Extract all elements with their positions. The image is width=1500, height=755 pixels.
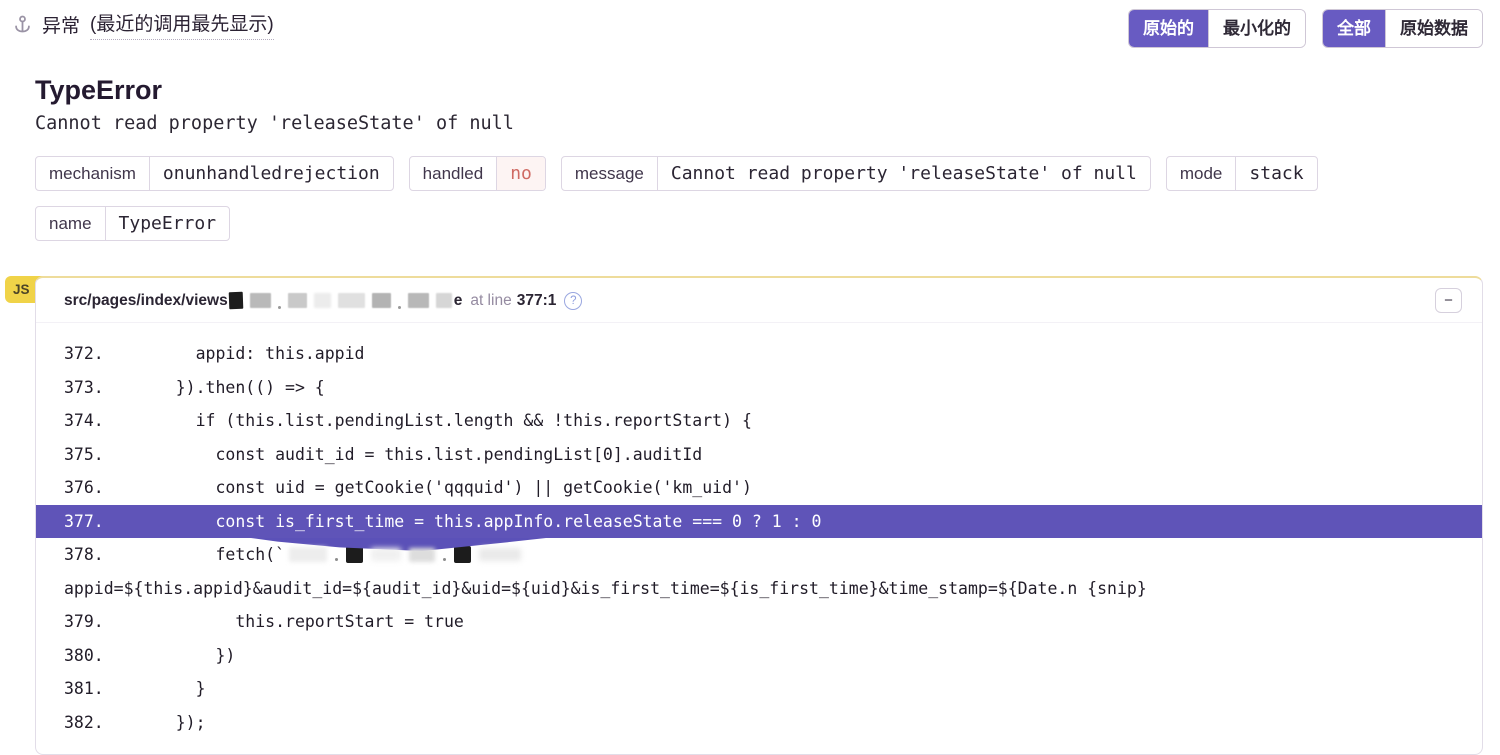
code-line: 376. const uid = getCookie('qqquid') || … — [36, 471, 1482, 505]
line-number: 382. — [64, 712, 104, 732]
line-number: 376. — [64, 478, 104, 497]
raw-data-button[interactable]: 原始数据 — [1385, 10, 1482, 47]
code-line: 373. }).then(() => { — [36, 371, 1482, 405]
redacted-dot — [397, 306, 401, 309]
code-line: 378. fetch(` — [36, 538, 1482, 572]
code-line: 381. } — [36, 672, 1482, 706]
code-text: const uid = getCookie('qqquid') || getCo… — [136, 478, 752, 497]
code-line: appid=${this.appid}&audit_id=${audit_id}… — [36, 572, 1482, 606]
code-text: } — [136, 679, 206, 698]
frame-file-path-suffix: e — [453, 291, 463, 309]
code-text: }); — [136, 712, 206, 732]
tag-value: no — [496, 157, 545, 190]
code-text: const audit_id = this.list.pendingList[0… — [136, 444, 703, 464]
redacted-block — [228, 291, 243, 310]
line-number: 378. — [64, 545, 104, 564]
anchor-icon[interactable] — [13, 15, 32, 34]
at-line-label: at line — [470, 291, 512, 309]
code-text: if (this.list.pendingList.length && !thi… — [136, 411, 752, 430]
redacted-block — [435, 293, 452, 308]
top-bar: 异常 (最近的调用最先显示) 原始的 最小化的 全部 原始数据 — [0, 0, 1500, 48]
tag-value: TypeError — [104, 207, 230, 240]
redacted-dot — [277, 306, 281, 309]
minified-button[interactable]: 最小化的 — [1208, 10, 1305, 47]
line-number: 374. — [64, 411, 104, 430]
tag-pill-message: message Cannot read property 'releaseStat… — [560, 156, 1151, 191]
error-type-title: TypeError — [35, 75, 163, 105]
tag-pill-handled: handled no — [408, 156, 546, 191]
line-number: 377. — [64, 511, 104, 531]
redacted-block — [313, 293, 331, 308]
tag-key: mechanism — [49, 163, 136, 183]
frame-header[interactable]: src/pages/index/views e at line 377:1 ? … — [36, 278, 1482, 323]
error-message: Cannot read property 'releaseState' of n… — [35, 113, 514, 134]
code-line-highlighted: 377. const is_first_time = this.appInfo.… — [36, 504, 1482, 551]
original-button[interactable]: 原始的 — [1129, 10, 1208, 47]
code-line: 380. }) — [36, 639, 1482, 673]
redacted-block — [249, 293, 271, 308]
help-icon[interactable]: ? — [564, 291, 583, 310]
code-line: 375. const audit_id = this.list.pendingL… — [36, 438, 1482, 472]
code-context: 372. appid: this.appid 373. }).then(() =>… — [36, 323, 1482, 754]
code-line: 379. this.reportStart = true — [36, 605, 1482, 639]
code-text: this.reportStart = true — [136, 612, 464, 631]
line-number: 375. — [64, 444, 104, 464]
tag-value: Cannot read property 'releaseState' of n… — [656, 157, 1150, 190]
line-number: 379. — [64, 612, 104, 631]
redacted-block — [287, 293, 307, 308]
section-subtitle: (最近的调用最先显示) — [90, 9, 274, 40]
tag-key: mode — [1179, 163, 1223, 183]
redacted-block — [337, 293, 365, 308]
line-number: 381. — [64, 679, 104, 698]
line-column-ref: 377:1 — [516, 291, 557, 309]
tag-key: message — [574, 163, 644, 183]
code-text: appid: this.appid — [136, 344, 365, 363]
tag-pill-name: name TypeError — [35, 206, 231, 241]
code-line: 372. appid: this.appid — [36, 337, 1482, 371]
collapse-frame-button[interactable]: − — [1435, 288, 1462, 313]
tag-value: onunhandledrejection — [148, 157, 393, 190]
tag-key: handled — [422, 163, 484, 183]
redacted-block — [371, 293, 391, 308]
tag-list: mechanism onunhandledrejection handled no me… — [35, 156, 1483, 241]
section-title-text: 异常 — [42, 16, 81, 37]
full-button[interactable]: 全部 — [1323, 10, 1385, 47]
code-text: }) — [136, 645, 236, 665]
code-line: 382. }); — [36, 706, 1482, 740]
tag-pill-mechanism: mechanism onunhandledrejection — [35, 156, 394, 191]
code-text: appid=${this.appid}&audit_id=${audit_id}… — [64, 578, 1147, 598]
line-number: 373. — [64, 377, 104, 397]
toolbar: 原始的 最小化的 全部 原始数据 — [1128, 9, 1483, 48]
stack-display-toggle: 原始的 最小化的 — [1128, 9, 1306, 48]
stack-scope-toggle: 全部 原始数据 — [1322, 9, 1483, 48]
line-number: 380. — [64, 645, 104, 665]
redacted-path-blocks — [228, 291, 452, 310]
frame-file-path: src/pages/index/views — [64, 291, 228, 309]
redacted-block — [407, 293, 429, 308]
code-line: 374. if (this.list.pendingList.length &&… — [36, 404, 1482, 438]
tag-key: name — [49, 213, 92, 233]
code-text: }).then(() => { — [136, 377, 325, 397]
tag-value: stack — [1235, 157, 1316, 190]
code-text: const is_first_time = this.appInfo.relea… — [136, 511, 822, 531]
stack-frame: JS src/pages/index/views e at line 377:1… — [5, 276, 1483, 755]
section-title: 异常 (最近的调用最先显示) — [13, 9, 274, 40]
tag-pill-mode: mode stack — [1165, 156, 1318, 191]
line-number: 372. — [64, 344, 104, 363]
